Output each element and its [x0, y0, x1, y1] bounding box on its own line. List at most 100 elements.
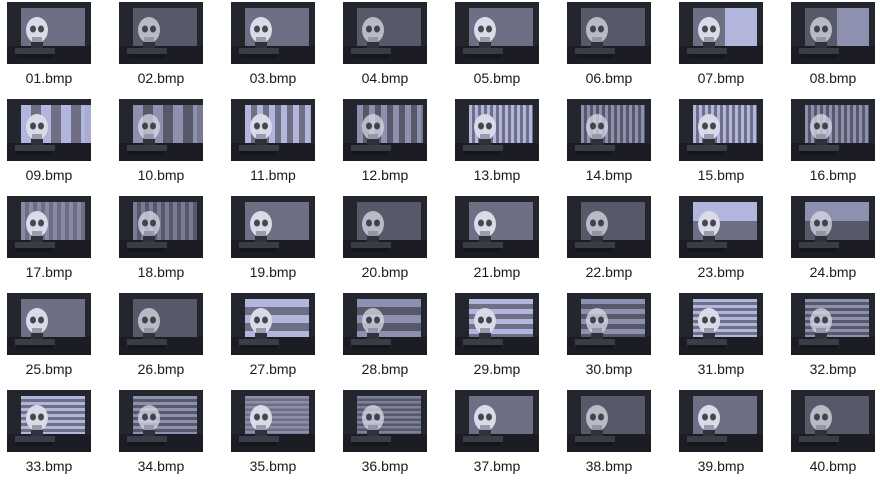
file-item[interactable]: 13.bmp: [448, 97, 552, 193]
file-name-label: 23.bmp: [697, 264, 745, 280]
file-thumbnail: [791, 293, 875, 355]
file-name-label: 14.bmp: [585, 167, 633, 183]
file-item[interactable]: 31.bmp: [672, 291, 776, 387]
file-item[interactable]: 39.bmp: [672, 388, 776, 484]
file-thumbnail: [455, 99, 539, 161]
file-thumbnail: [679, 390, 763, 452]
file-thumbnail: [567, 2, 651, 64]
file-item[interactable]: 14.bmp: [560, 97, 664, 193]
file-item[interactable]: 23.bmp: [672, 194, 776, 290]
file-item[interactable]: 40.bmp: [784, 388, 880, 484]
file-thumbnail: [7, 293, 91, 355]
file-item[interactable]: 27.bmp: [224, 291, 328, 387]
file-item[interactable]: 34.bmp: [112, 388, 216, 484]
file-name-label: 30.bmp: [585, 361, 633, 377]
file-item[interactable]: 30.bmp: [560, 291, 664, 387]
file-thumbnail: [231, 390, 315, 452]
file-item[interactable]: 09.bmp: [0, 97, 104, 193]
file-name-label: 11.bmp: [250, 167, 296, 183]
file-name-label: 10.bmp: [137, 167, 185, 183]
file-name-label: 01.bmp: [25, 70, 73, 86]
file-name-label: 18.bmp: [137, 264, 185, 280]
file-item[interactable]: 05.bmp: [448, 0, 552, 96]
file-item[interactable]: 03.bmp: [224, 0, 328, 96]
file-thumbnail: [343, 196, 427, 258]
file-item[interactable]: 18.bmp: [112, 194, 216, 290]
file-item[interactable]: 35.bmp: [224, 388, 328, 484]
file-item[interactable]: 28.bmp: [336, 291, 440, 387]
file-thumbnail: [343, 293, 427, 355]
file-name-label: 03.bmp: [249, 70, 297, 86]
file-name-label: 16.bmp: [809, 167, 857, 183]
file-item[interactable]: 15.bmp: [672, 97, 776, 193]
file-name-label: 33.bmp: [25, 458, 73, 474]
file-name-label: 37.bmp: [473, 458, 521, 474]
file-thumbnail: [119, 196, 203, 258]
file-item[interactable]: 24.bmp: [784, 194, 880, 290]
file-name-label: 31.bmp: [697, 361, 745, 377]
file-item[interactable]: 33.bmp: [0, 388, 104, 484]
file-item[interactable]: 38.bmp: [560, 388, 664, 484]
file-item[interactable]: 36.bmp: [336, 388, 440, 484]
file-thumbnail: [119, 99, 203, 161]
file-item[interactable]: 26.bmp: [112, 291, 216, 387]
file-item[interactable]: 19.bmp: [224, 194, 328, 290]
file-grid: 01.bmp 02.bmp 03.bmp 04.bmp 05.bmp 06.bm…: [0, 0, 880, 483]
file-thumbnail: [231, 293, 315, 355]
file-name-label: 02.bmp: [137, 70, 185, 86]
file-thumbnail: [679, 2, 763, 64]
file-name-label: 40.bmp: [809, 458, 857, 474]
file-thumbnail: [679, 99, 763, 161]
file-name-label: 22.bmp: [585, 264, 633, 280]
file-item[interactable]: 02.bmp: [112, 0, 216, 96]
file-name-label: 12.bmp: [361, 167, 409, 183]
file-item[interactable]: 32.bmp: [784, 291, 880, 387]
file-thumbnail: [791, 390, 875, 452]
file-name-label: 36.bmp: [361, 458, 409, 474]
file-item[interactable]: 22.bmp: [560, 194, 664, 290]
file-thumbnail: [455, 196, 539, 258]
file-name-label: 39.bmp: [697, 458, 745, 474]
file-item[interactable]: 06.bmp: [560, 0, 664, 96]
file-name-label: 25.bmp: [25, 361, 73, 377]
file-thumbnail: [455, 390, 539, 452]
file-item[interactable]: 16.bmp: [784, 97, 880, 193]
file-thumbnail: [231, 2, 315, 64]
file-thumbnail: [119, 293, 203, 355]
file-item[interactable]: 17.bmp: [0, 194, 104, 290]
file-name-label: 15.bmp: [697, 167, 745, 183]
file-item[interactable]: 12.bmp: [336, 97, 440, 193]
file-item[interactable]: 11.bmp: [224, 97, 328, 193]
file-item[interactable]: 01.bmp: [0, 0, 104, 96]
file-item[interactable]: 37.bmp: [448, 388, 552, 484]
file-item[interactable]: 04.bmp: [336, 0, 440, 96]
file-thumbnail: [567, 293, 651, 355]
file-name-label: 27.bmp: [249, 361, 297, 377]
file-thumbnail: [119, 390, 203, 452]
file-item[interactable]: 25.bmp: [0, 291, 104, 387]
file-thumbnail: [679, 196, 763, 258]
file-thumbnail: [7, 99, 91, 161]
file-name-label: 19.bmp: [249, 264, 297, 280]
file-item[interactable]: 07.bmp: [672, 0, 776, 96]
file-item[interactable]: 08.bmp: [784, 0, 880, 96]
file-thumbnail: [119, 2, 203, 64]
file-item[interactable]: 29.bmp: [448, 291, 552, 387]
file-thumbnail: [455, 293, 539, 355]
file-thumbnail: [343, 2, 427, 64]
file-thumbnail: [791, 2, 875, 64]
file-item[interactable]: 10.bmp: [112, 97, 216, 193]
file-name-label: 26.bmp: [137, 361, 185, 377]
file-thumbnail: [791, 99, 875, 161]
file-name-label: 08.bmp: [809, 70, 857, 86]
file-name-label: 17.bmp: [25, 264, 73, 280]
file-name-label: 20.bmp: [361, 264, 409, 280]
file-item[interactable]: 21.bmp: [448, 194, 552, 290]
file-thumbnail: [7, 2, 91, 64]
file-name-label: 29.bmp: [473, 361, 521, 377]
file-name-label: 38.bmp: [585, 458, 633, 474]
file-name-label: 05.bmp: [473, 70, 521, 86]
file-thumbnail: [455, 2, 539, 64]
file-item[interactable]: 20.bmp: [336, 194, 440, 290]
file-thumbnail: [343, 390, 427, 452]
